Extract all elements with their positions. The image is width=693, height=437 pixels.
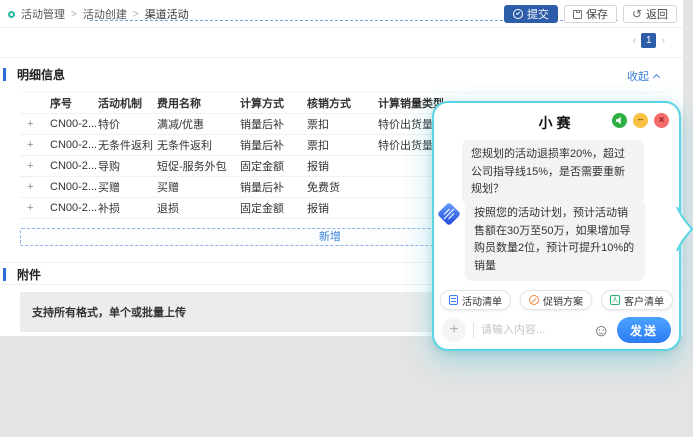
breadcrumb-separator: > xyxy=(133,9,139,20)
chevron-up-icon xyxy=(653,73,660,80)
back-button-label: 返回 xyxy=(646,6,668,22)
breadcrumb-separator: > xyxy=(71,9,77,20)
chat-input[interactable] xyxy=(481,324,589,336)
prev-page-icon[interactable]: ‹ xyxy=(633,35,637,47)
cell-fee: 无条件返利 xyxy=(157,137,240,153)
assistant-message: 按照您的活动计划，预计活动销售额在30万至50万，如果增加导购员数量2位，预计可… xyxy=(465,199,645,281)
upload-hint: 支持所有格式，单个或批量上传 xyxy=(32,304,186,320)
next-page-icon[interactable]: › xyxy=(661,35,665,47)
cell-seq: CN00-2... xyxy=(50,202,98,214)
attach-plus-button[interactable]: + xyxy=(442,318,466,342)
cell-seq: CN00-2... xyxy=(50,118,98,130)
cell-calc: 固定金额 xyxy=(240,200,307,216)
row-expander-icon[interactable]: + xyxy=(20,139,50,151)
sound-button[interactable] xyxy=(612,113,627,128)
row-expander-icon[interactable]: + xyxy=(20,160,50,172)
cell-calc: 销量后补 xyxy=(240,137,307,153)
page-number[interactable]: 1 xyxy=(641,33,656,48)
assistant-avatar xyxy=(436,201,462,227)
collapse-label: 收起 xyxy=(627,68,649,84)
chip-label: 活动清单 xyxy=(462,293,502,308)
chat-bubble-tail xyxy=(676,206,693,252)
chip-label: 客户清单 xyxy=(624,293,664,308)
submit-button[interactable]: 提交 xyxy=(504,5,558,23)
cell-fee: 短促-服务外包 xyxy=(157,158,240,174)
detail-section-title: 明细信息 xyxy=(17,66,65,83)
attachments-section-header: 附件 xyxy=(0,266,41,282)
document-icon xyxy=(449,295,458,305)
assistant-message: 您规划的活动退损率20%，超过公司指导线15%，是否需要重新规划？ xyxy=(462,140,644,205)
save-button[interactable]: 保存 xyxy=(564,5,617,23)
cell-verify: 免费货 xyxy=(307,179,378,195)
check-circle-icon xyxy=(513,9,523,19)
cell-verify: 票扣 xyxy=(307,137,378,153)
chip-promotion-plan[interactable]: 促销方案 xyxy=(520,290,592,310)
row-expander-icon[interactable]: + xyxy=(20,118,50,130)
cell-fee: 买赠 xyxy=(157,179,240,195)
detail-section-header: 明细信息 xyxy=(0,66,65,82)
col-fee-name: 费用名称 xyxy=(157,95,240,111)
input-divider xyxy=(473,322,474,338)
breadcrumb-item-activity-management[interactable]: 活动管理 xyxy=(21,6,65,22)
location-pin-icon xyxy=(8,11,15,18)
speaker-icon xyxy=(616,117,624,125)
send-button[interactable]: 发送 xyxy=(617,317,671,343)
minimize-button[interactable]: − xyxy=(633,113,648,128)
row-expander-icon[interactable]: + xyxy=(20,181,50,193)
breadcrumb: 活动管理 > 活动创建 > 渠道活动 xyxy=(8,0,189,28)
top-bar: 活动管理 > 活动创建 > 渠道活动 提交 保存 ↺ 返回 xyxy=(0,0,683,28)
collapse-toggle[interactable]: 收起 xyxy=(627,68,659,84)
col-calc-method: 计算方式 xyxy=(240,95,307,111)
promotion-icon xyxy=(529,295,539,305)
cell-seq: CN00-2... xyxy=(50,181,98,193)
pagination: ‹ 1 › xyxy=(633,33,665,48)
cell-mechanism: 无条件返利 xyxy=(98,137,157,153)
col-mechanism: 活动机制 xyxy=(98,95,157,111)
person-icon: 人 xyxy=(610,295,620,305)
row-expander-icon[interactable]: + xyxy=(20,202,50,214)
cell-fee: 满减/优惠 xyxy=(157,116,240,132)
top-action-buttons: 提交 保存 ↺ 返回 xyxy=(504,5,677,23)
close-button[interactable]: × xyxy=(654,113,669,128)
chip-customer-list[interactable]: 人 客户清单 xyxy=(601,290,673,310)
cell-fee: 退损 xyxy=(157,200,240,216)
col-verify-method: 核销方式 xyxy=(307,95,378,111)
cell-verify: 报销 xyxy=(307,200,378,216)
chat-window-controls: − × xyxy=(612,113,669,128)
divider xyxy=(0,57,683,58)
cell-mechanism: 买赠 xyxy=(98,179,157,195)
save-disk-icon xyxy=(573,10,582,19)
chip-label: 促销方案 xyxy=(543,293,583,308)
chat-input-row: + ☺ 发送 xyxy=(442,315,671,345)
chip-activity-list[interactable]: 活动清单 xyxy=(440,290,511,310)
save-button-label: 保存 xyxy=(586,6,608,22)
cell-mechanism: 补损 xyxy=(98,200,157,216)
cell-seq: CN00-2... xyxy=(50,139,98,151)
back-button[interactable]: ↺ 返回 xyxy=(623,5,677,23)
col-seq: 序号 xyxy=(50,95,98,111)
cell-mechanism: 特价 xyxy=(98,116,157,132)
cell-calc: 销量后补 xyxy=(240,179,307,195)
undo-arrow-icon: ↺ xyxy=(632,8,642,20)
cell-verify: 报销 xyxy=(307,158,378,174)
cell-mechanism: 导购 xyxy=(98,158,157,174)
submit-button-label: 提交 xyxy=(527,6,549,22)
cell-calc: 销量后补 xyxy=(240,116,307,132)
chat-assistant-panel: 小赛 − × 您规划的活动退损率20%，超过公司指导线15%，是否需要重新规划？… xyxy=(432,101,681,351)
assistant-message-row: 按照您的活动计划，预计活动销售额在30万至50万，如果增加导购员数量2位，预计可… xyxy=(436,199,645,281)
section-accent-bar xyxy=(3,268,6,281)
cell-verify: 票扣 xyxy=(307,116,378,132)
cell-seq: CN00-2... xyxy=(50,160,98,172)
section-accent-bar xyxy=(3,68,6,81)
cell-calc: 固定金额 xyxy=(240,158,307,174)
attachments-section-title: 附件 xyxy=(17,266,41,283)
emoji-smiley-icon[interactable]: ☺ xyxy=(593,322,610,339)
quick-action-chips: 活动清单 促销方案 人 客户清单 xyxy=(440,290,673,310)
